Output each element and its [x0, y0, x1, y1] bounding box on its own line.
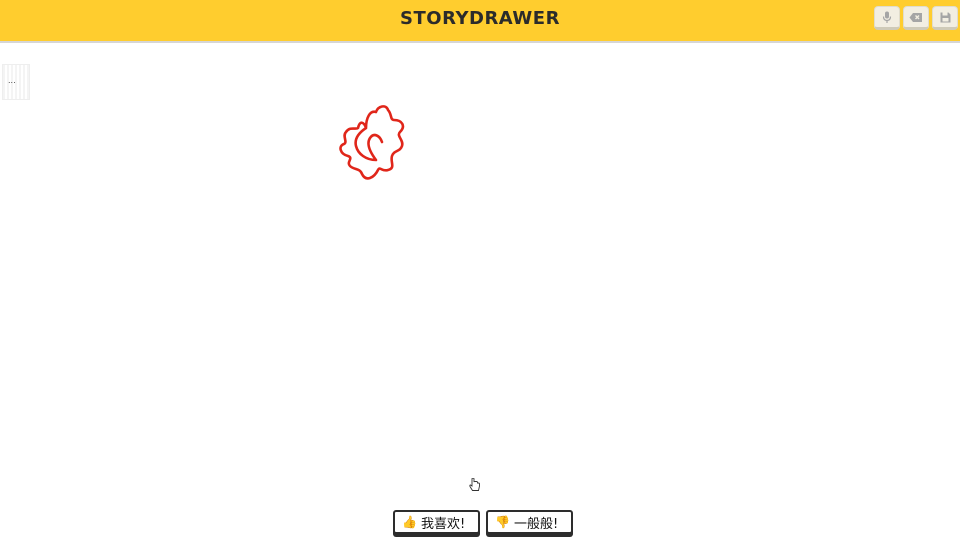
- red-scribble-stroke: [339, 105, 405, 180]
- eraser-button[interactable]: [903, 6, 929, 30]
- thumbs-down-icon: 👎: [495, 515, 510, 529]
- meh-label: 一般般!: [513, 516, 559, 532]
- eraser-icon: [909, 12, 923, 23]
- save-icon: [940, 12, 951, 23]
- save-button[interactable]: [932, 6, 958, 30]
- thumbs-up-icon: 👍: [402, 515, 417, 529]
- hand-cursor-icon: [469, 477, 481, 491]
- microphone-icon: [882, 11, 892, 24]
- drawing-canvas[interactable]: [0, 45, 960, 485]
- microphone-button[interactable]: [874, 6, 900, 30]
- app-page: STORYDRAWER ... 👍 我喜欢! 👎 一般般!: [0, 0, 960, 540]
- app-logo: STORYDRAWER: [400, 8, 560, 29]
- like-button[interactable]: 👍 我喜欢!: [393, 510, 480, 534]
- meh-button[interactable]: 👎 一般般!: [486, 510, 573, 534]
- like-label: 我喜欢!: [420, 516, 466, 532]
- top-bar: STORYDRAWER: [0, 0, 960, 43]
